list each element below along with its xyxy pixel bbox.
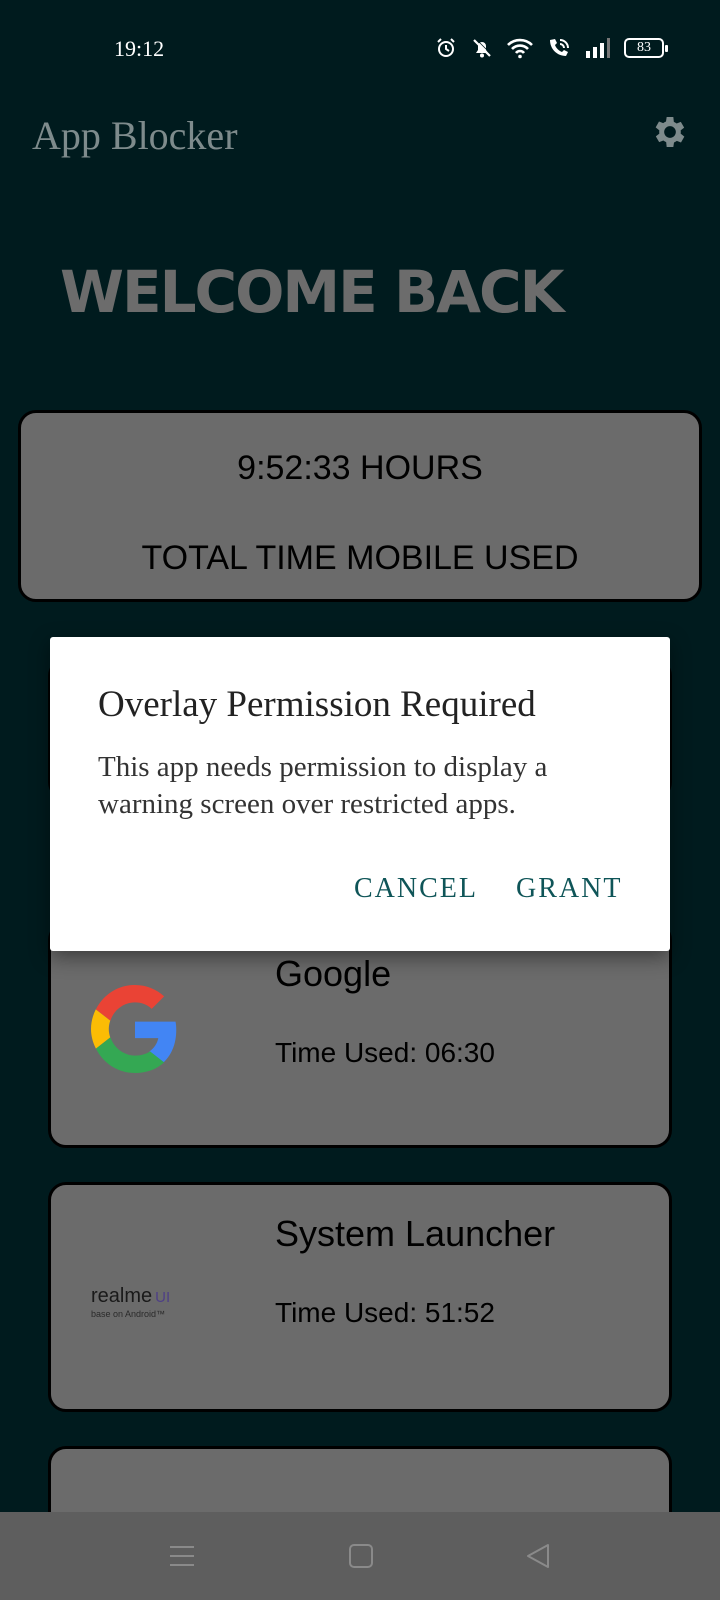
silent-bell-icon [470, 36, 494, 60]
welcome-heading: WELCOME BACK [60, 258, 565, 326]
wifi-call-icon [546, 36, 572, 60]
settings-button[interactable] [650, 112, 694, 156]
navigation-bar [0, 1512, 720, 1600]
signal-icon [584, 37, 612, 59]
permission-dialog: Overlay Permission Required This app nee… [50, 637, 670, 951]
realme-logo-badge: UI [155, 1289, 171, 1306]
app-name: Google [275, 953, 392, 994]
menu-icon[interactable] [168, 1542, 196, 1575]
cancel-button[interactable]: CANCEL [354, 873, 478, 905]
grant-button[interactable]: GRANT [516, 873, 622, 905]
battery-level: 83 [637, 40, 651, 55]
battery-icon: 83 [624, 38, 668, 58]
app-time-used: Time Used: 51:52 [275, 1297, 495, 1328]
app-title: App Blocker [32, 113, 238, 158]
status-bar: 19:12 83 [0, 0, 720, 96]
back-icon[interactable] [524, 1542, 552, 1575]
app-card-google[interactable]: Google Time Used: 06:30 [48, 922, 672, 1148]
realme-logo-text: realme [91, 1285, 153, 1307]
google-logo-icon [91, 985, 179, 1078]
total-usage-label: TOTAL TIME MOBILE USED [141, 539, 579, 577]
app-name: System Launcher [275, 1213, 556, 1254]
home-icon[interactable] [348, 1542, 374, 1575]
status-time: 19:12 [114, 36, 165, 61]
dialog-title: Overlay Permission Required [98, 684, 536, 725]
total-usage-card: 9:52:33 HOURS TOTAL TIME MOBILE USED [18, 410, 702, 602]
app-time-used: Time Used: 06:30 [275, 1037, 495, 1068]
wifi-icon [506, 36, 534, 60]
status-icons: 83 [434, 34, 668, 62]
alarm-icon [434, 36, 458, 60]
gear-icon [650, 117, 690, 156]
realme-ui-logo: realme UI base on Android™ [91, 1285, 211, 1319]
realme-logo-sub: base on Android™ [91, 1309, 166, 1319]
app-card-system-launcher[interactable]: realme UI base on Android™ System Launche… [48, 1182, 672, 1412]
total-hours: 9:52:33 HOURS [237, 449, 483, 487]
dialog-message: This app needs permission to display a w… [98, 751, 548, 820]
